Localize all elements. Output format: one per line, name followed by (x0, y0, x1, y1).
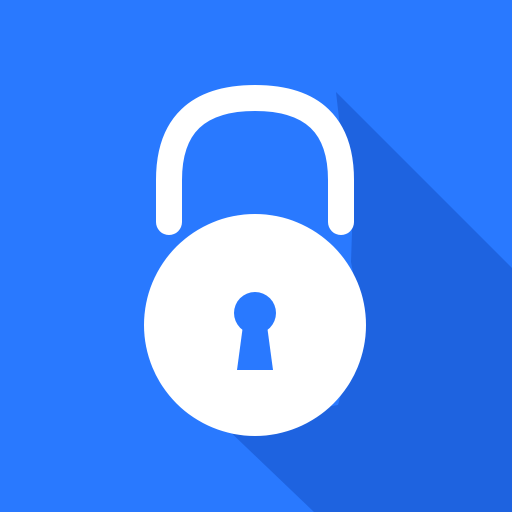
app-icon (0, 0, 512, 512)
padlock-icon-canvas (0, 0, 512, 512)
